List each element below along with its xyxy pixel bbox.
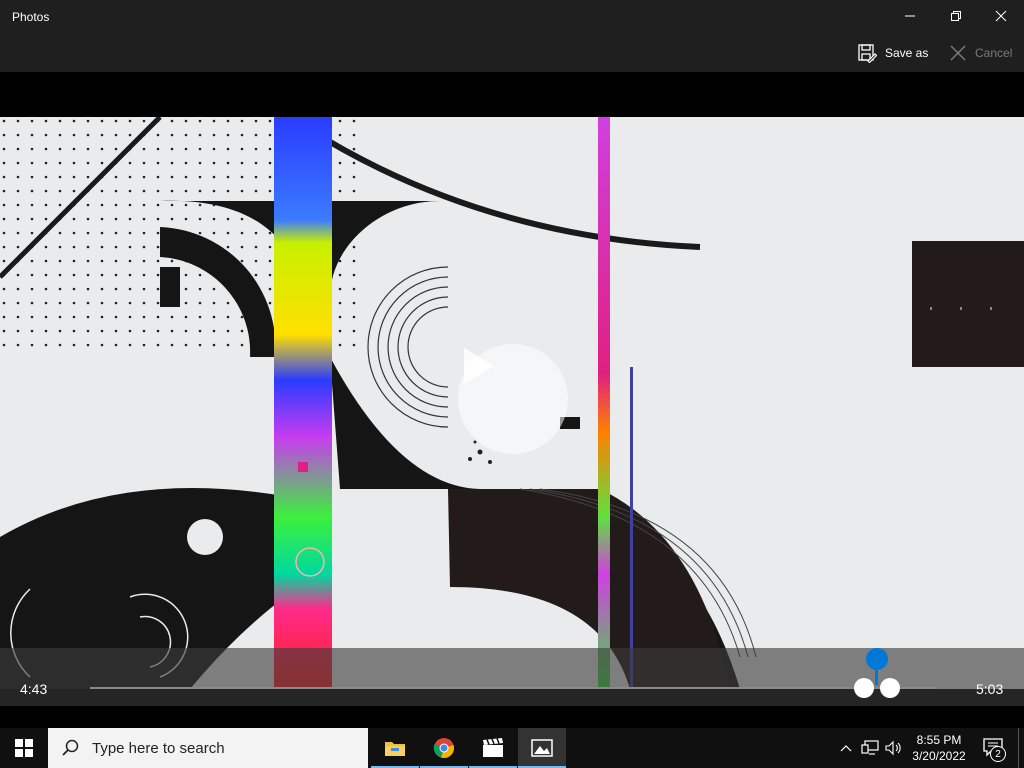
save-as-icon [858, 44, 877, 63]
show-hidden-icons-button[interactable] [836, 738, 856, 758]
show-desktop-button[interactable] [1018, 728, 1019, 768]
start-button[interactable] [0, 728, 48, 768]
app-title: Photos [12, 10, 50, 24]
taskbar-app-photos[interactable] [518, 728, 566, 768]
close-icon [995, 10, 1007, 22]
end-time: 5:03 [976, 681, 1004, 697]
play-icon [464, 348, 494, 384]
trim-start-handle[interactable] [854, 678, 874, 698]
volume-button[interactable] [884, 738, 904, 758]
minimize-icon [905, 15, 915, 17]
clock[interactable]: 8:55 PM 3/20/2022 [906, 732, 972, 764]
save-as-button[interactable]: Save as [857, 41, 928, 65]
clock-time: 8:55 PM [916, 733, 962, 747]
folder-icon [385, 742, 405, 756]
video-frame [0, 117, 1024, 689]
current-time: 4:43 [20, 681, 48, 697]
play-button[interactable] [458, 344, 568, 454]
network-icon [861, 740, 879, 755]
save-as-label: Save as [885, 46, 929, 60]
playhead-handle[interactable] [866, 648, 888, 670]
title-bar: Photos [0, 0, 1024, 34]
close-icon [950, 45, 966, 61]
windows-icon [15, 739, 33, 757]
chrome-icon [433, 738, 454, 758]
cancel-button[interactable]: Cancel [949, 41, 1012, 65]
close-button[interactable] [978, 0, 1024, 32]
taskbar-app-file-explorer[interactable] [371, 728, 419, 768]
search-placeholder: Type here to search [92, 739, 225, 757]
video-area[interactable]: 4:43 5:03 [0, 72, 1024, 706]
search-icon [62, 739, 79, 756]
photos-icon [531, 739, 553, 757]
taskbar-search[interactable]: Type here to search [48, 728, 368, 768]
trim-end-handle[interactable] [880, 678, 900, 698]
restore-button[interactable] [933, 0, 979, 32]
playback-controls: 4:43 5:03 [0, 648, 1024, 706]
command-bar: Save as Cancel [0, 34, 1024, 72]
cancel-label: Cancel [975, 46, 1013, 60]
restore-icon [951, 11, 961, 21]
taskbar-app-chrome[interactable] [420, 728, 468, 768]
timeline-track[interactable] [90, 687, 936, 689]
clapperboard-icon [483, 738, 503, 757]
minimize-button[interactable] [887, 0, 933, 32]
speaker-icon [885, 740, 901, 756]
notification-count-badge: 2 [990, 746, 1006, 762]
taskbar-app-video-editor[interactable] [469, 728, 517, 768]
network-status-button[interactable] [860, 738, 880, 758]
clock-date: 3/20/2022 [912, 749, 966, 763]
chevron-up-icon [840, 745, 852, 752]
taskbar: Type here to search 8:55 PM 3/20/2022 2 [0, 728, 1024, 768]
